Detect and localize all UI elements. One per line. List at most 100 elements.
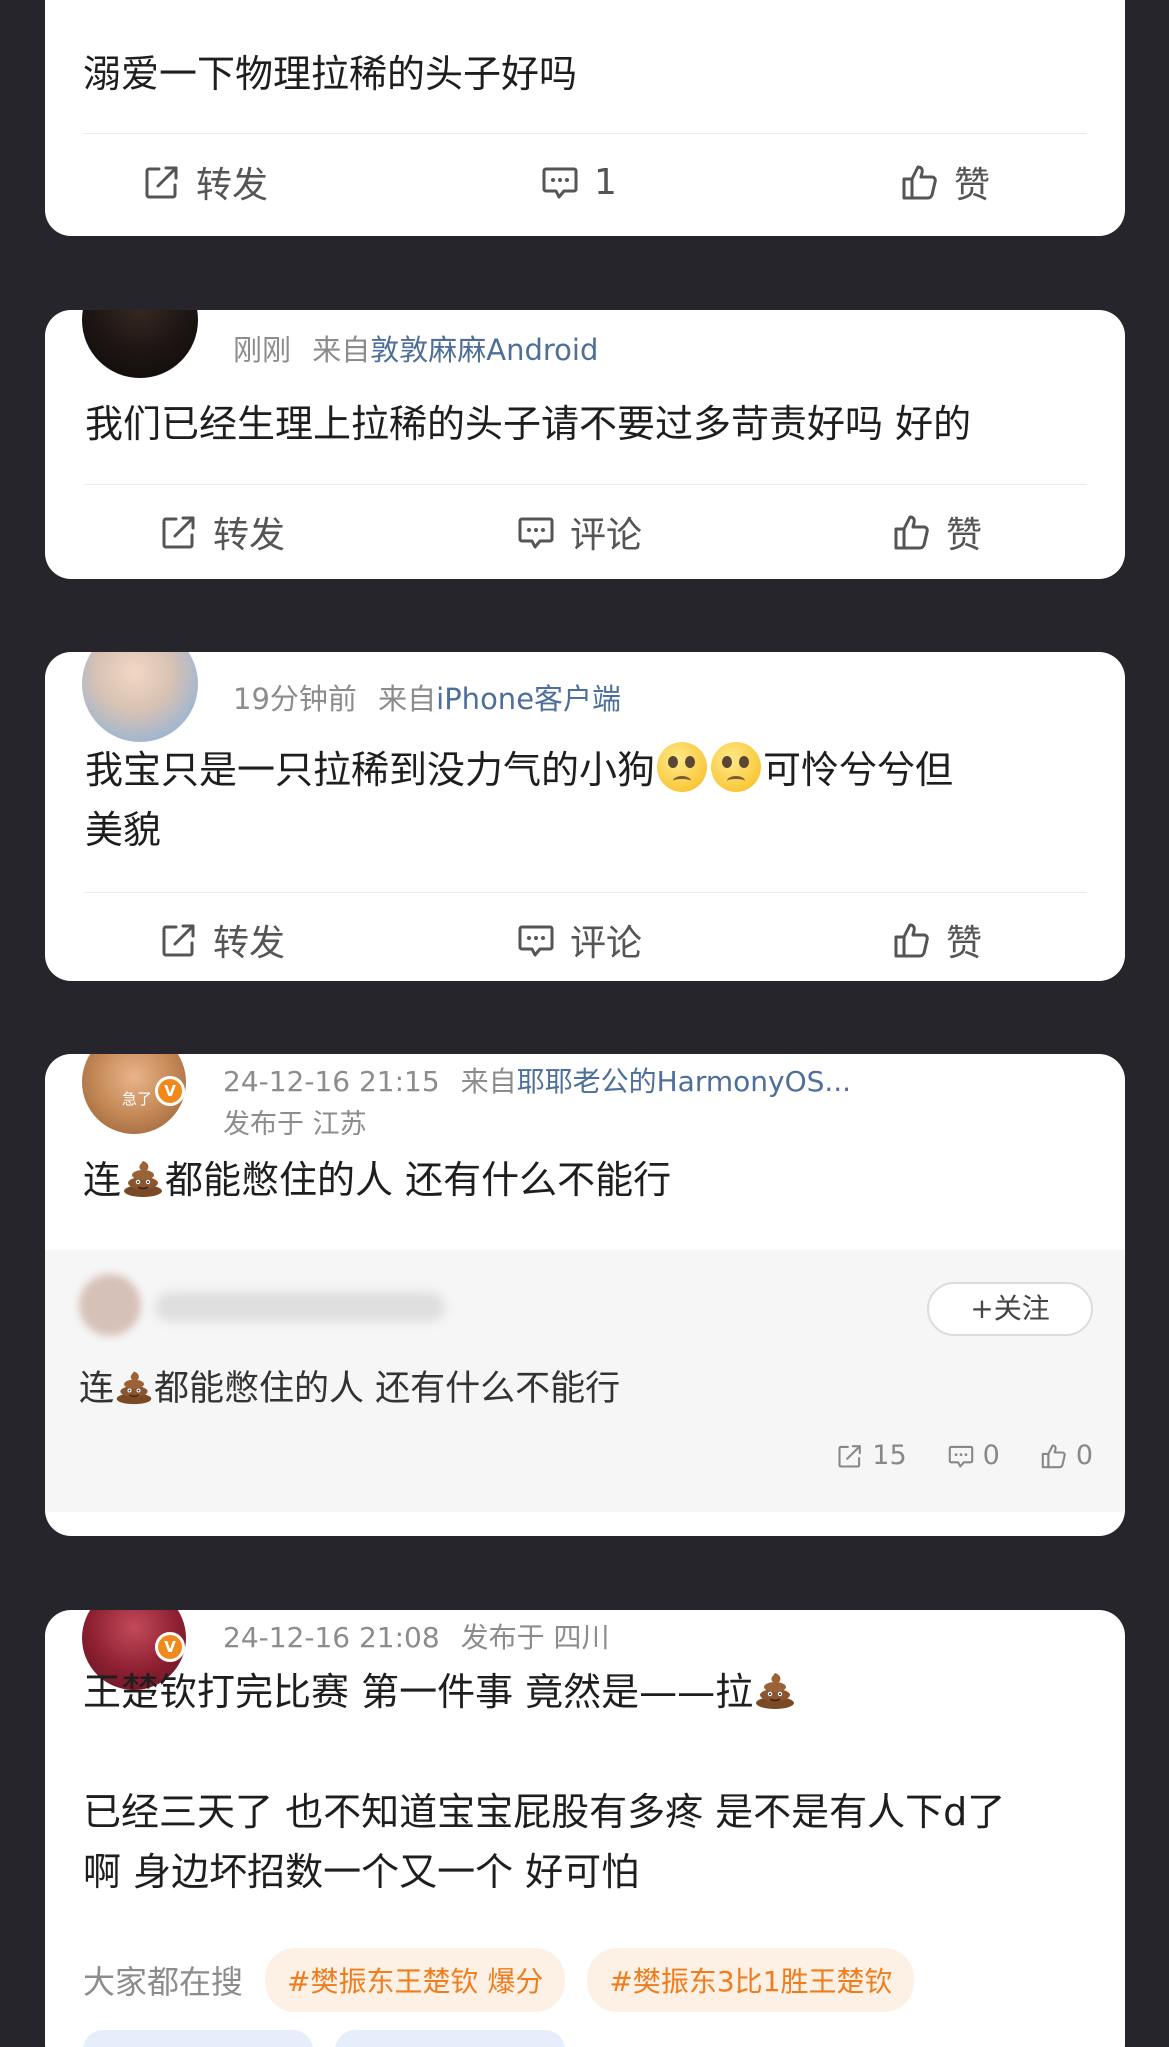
post-card[interactable]: 急了 V 24-12-16 21:15 来自耶耶老公的HarmonyOS... … — [45, 1054, 1125, 1536]
thumbs-up-icon — [892, 512, 932, 552]
thumbs-up-icon — [900, 162, 940, 202]
comment-label: 评论 — [570, 923, 643, 964]
verified-badge-icon: V — [155, 1076, 185, 1106]
like-button[interactable]: 赞 — [900, 142, 990, 222]
post-time: 24-12-16 21:15 — [223, 1065, 440, 1098]
post-time: 19分钟前 — [233, 682, 357, 716]
divider — [83, 484, 1087, 485]
repost-count-button[interactable]: 15 — [836, 1440, 907, 1471]
trending-tags-cutoff — [83, 2030, 565, 2047]
like-button[interactable]: 赞 — [892, 900, 982, 980]
trending-tag[interactable]: #樊振东王楚钦 爆分 — [265, 1948, 566, 2012]
post-text-line: 王楚钦打完比赛 第一件事 竟然是——拉 — [83, 1670, 754, 1714]
post-meta: 19分钟前 来自iPhone客户端 — [233, 676, 621, 718]
post-card[interactable]: V 24-12-16 21:08 发布于 四川 王楚钦打完比赛 第一件事 竟然是… — [45, 1610, 1125, 2047]
avatar[interactable] — [82, 310, 198, 378]
post-location: 发布于 江苏 — [223, 1109, 367, 1140]
like-button[interactable]: 赞 — [892, 492, 982, 572]
post-meta: 24-12-16 21:15 来自耶耶老公的HarmonyOS... — [223, 1060, 851, 1100]
thumbs-up-icon — [1040, 1442, 1068, 1470]
follow-button[interactable]: +关注 — [927, 1282, 1093, 1336]
repost-button[interactable]: 转发 — [159, 492, 285, 572]
post-time: 刚刚 — [233, 333, 292, 367]
repost-username-blurred — [155, 1292, 445, 1322]
repost-text-part: 都能憋住的人 还有什么不能行 — [154, 1369, 621, 1409]
post-text: 王楚钦打完比赛 第一件事 竟然是——拉 — [83, 1662, 1093, 1722]
like-label: 赞 — [954, 165, 991, 206]
comment-button[interactable]: 1 — [540, 142, 617, 222]
post-meta: 刚刚 来自敦敦麻麻Android — [233, 327, 598, 369]
post-text: 溺爱一下物理拉稀的头子好吗 — [83, 52, 578, 96]
repost-button[interactable]: 转发 — [159, 900, 285, 980]
repost-text: 连都能憋住的人 还有什么不能行 — [79, 1360, 620, 1411]
pleading-face-emoji — [711, 742, 762, 792]
poop-emoji — [114, 1366, 154, 1406]
trending-tag-cutoff[interactable] — [335, 2030, 565, 2047]
post-text-part: 我宝只是一只拉稀到没力气的小狗 — [85, 748, 656, 792]
thumbs-up-icon — [892, 920, 932, 960]
post-text-part: 都能憋住的人 还有什么不能行 — [165, 1158, 672, 1202]
trending-tag[interactable]: #樊振东3比1胜王楚钦 — [587, 1948, 915, 2012]
repost-count: 15 — [872, 1440, 907, 1471]
repost-icon — [159, 512, 199, 552]
repost-icon — [159, 920, 199, 960]
avatar-caption: 急了 — [122, 1090, 153, 1108]
source-link[interactable]: 敦敦麻麻Android — [370, 333, 598, 367]
post-time: 24-12-16 21:08 — [223, 1621, 440, 1654]
post-card[interactable]: 19分钟前 来自iPhone客户端 我宝只是一只拉稀到没力气的小狗 可怜兮兮但 美… — [45, 652, 1125, 981]
post-text: 连都能憋住的人 还有什么不能行 — [83, 1150, 671, 1210]
action-bar: 转发 评论 赞 — [45, 900, 1125, 980]
like-label: 赞 — [946, 515, 983, 556]
post-text-line: 已经三天了 也不知道宝宝屁股有多疼 是不是有人下d了 — [83, 1790, 1006, 1834]
post-card[interactable]: 溺爱一下物理拉稀的头子好吗 转发 1 赞 — [45, 0, 1125, 236]
comment-icon — [516, 920, 556, 960]
comment-count: 1 — [594, 161, 617, 203]
source-prefix: 来自 — [312, 333, 371, 367]
repost-label: 转发 — [213, 923, 286, 964]
trending-searches: 大家都在搜 #樊振东王楚钦 爆分 #樊振东3比1胜王楚钦 — [83, 1948, 915, 2012]
trending-tag-cutoff[interactable] — [83, 2030, 313, 2047]
repost-label: 转发 — [213, 515, 286, 556]
comment-icon — [516, 512, 556, 552]
repost-icon — [836, 1442, 864, 1470]
comment-icon — [540, 162, 580, 202]
repost-avatar[interactable] — [79, 1274, 141, 1336]
trending-label: 大家都在搜 — [83, 1963, 244, 2001]
post-text: 我们已经生理上拉稀的头子请不要过多苛责好吗 好的 — [85, 402, 972, 446]
post-text-part: 连 — [83, 1158, 122, 1202]
repost-button[interactable]: 转发 — [142, 142, 268, 222]
comment-label: 评论 — [570, 515, 643, 556]
comment-icon — [947, 1442, 975, 1470]
quoted-repost[interactable]: +关注 连都能憋住的人 还有什么不能行 15 0 0 — [45, 1250, 1125, 1512]
repost-stats: 15 0 0 — [836, 1440, 1093, 1471]
post-location: 发布于 四川 — [460, 1621, 610, 1654]
source-prefix: 来自 — [378, 682, 437, 716]
comment-count: 0 — [982, 1440, 1000, 1471]
avatar[interactable] — [82, 652, 198, 742]
post-card[interactable]: 刚刚 来自敦敦麻麻Android 我们已经生理上拉稀的头子请不要过多苛责好吗 好… — [45, 310, 1125, 579]
comment-button[interactable]: 评论 — [516, 492, 642, 572]
source-prefix: 来自 — [460, 1065, 517, 1098]
divider — [83, 133, 1087, 134]
poop-emoji — [121, 1155, 165, 1199]
source-link[interactable]: iPhone客户端 — [436, 682, 621, 716]
repost-label: 转发 — [196, 165, 269, 206]
like-label: 赞 — [946, 923, 983, 964]
like-count: 0 — [1075, 1440, 1093, 1471]
action-bar: 转发 评论 赞 — [45, 492, 1125, 572]
action-bar: 转发 1 赞 — [45, 142, 1125, 222]
pleading-face-emoji — [657, 742, 708, 792]
post-text: 我宝只是一只拉稀到没力气的小狗 可怜兮兮但 美貌 — [85, 740, 1085, 860]
post-text-line: 啊 身边坏招数一个又一个 好可怕 — [83, 1850, 640, 1894]
like-count-button[interactable]: 0 — [1040, 1440, 1093, 1471]
source-link[interactable]: 耶耶老公的HarmonyOS... — [517, 1065, 851, 1098]
verified-badge-icon: V — [155, 1632, 185, 1662]
post-text-part: 美貌 — [85, 808, 162, 852]
poop-emoji — [753, 1667, 797, 1711]
post-meta: 24-12-16 21:08 发布于 四川 — [223, 1616, 610, 1656]
post-text-part: 可怜兮兮但 — [763, 748, 954, 792]
repost-icon — [142, 162, 182, 202]
comment-button[interactable]: 评论 — [516, 900, 642, 980]
comment-count-button[interactable]: 0 — [947, 1440, 1000, 1471]
repost-text-part: 连 — [79, 1369, 115, 1409]
